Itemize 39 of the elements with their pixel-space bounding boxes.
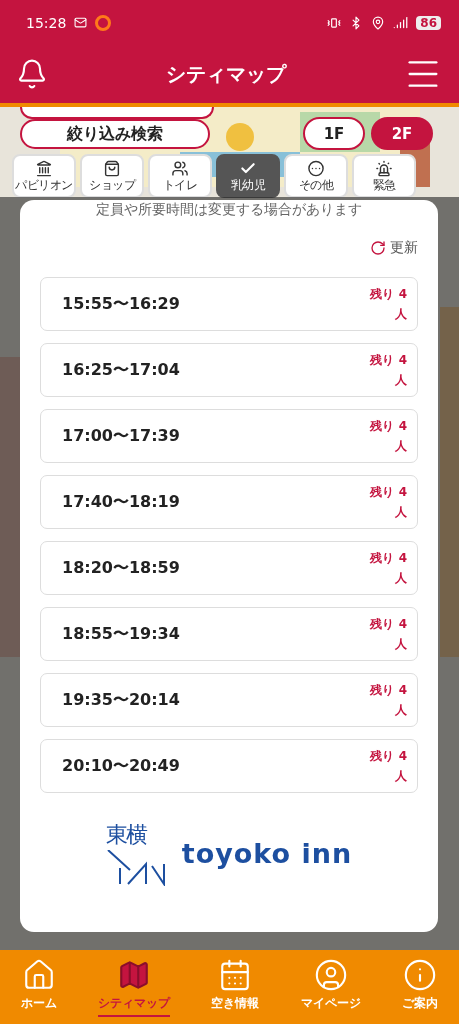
timeslot-row[interactable]: 17:40〜18:19 残り 4 人 xyxy=(40,475,418,529)
timeslot-row[interactable]: 15:55〜16:29 残り 4 人 xyxy=(40,277,418,331)
filter-search-button[interactable]: 絞り込み検索 xyxy=(20,119,210,149)
timeslot-row[interactable]: 18:20〜18:59 残り 4 人 xyxy=(40,541,418,595)
refresh-button[interactable]: 更新 xyxy=(370,239,418,257)
category-filter[interactable]: その他 xyxy=(284,154,348,198)
timeslot-row[interactable]: 18:55〜19:34 残り 4 人 xyxy=(40,607,418,661)
hotel-logo-mark: 東横 xyxy=(105,820,166,886)
signal-icon xyxy=(393,15,409,30)
ring-icon xyxy=(95,14,112,31)
category-filter[interactable]: ショップ xyxy=(80,154,144,198)
location-icon xyxy=(371,15,386,30)
timeslot-row[interactable]: 20:10〜20:49 残り 4 人 xyxy=(40,739,418,793)
battery-level: 86 xyxy=(416,15,441,30)
category-filter[interactable]: 緊急 xyxy=(352,154,416,198)
timeslot-row[interactable]: 17:00〜17:39 残り 4 人 xyxy=(40,409,418,463)
category-icon xyxy=(375,160,393,177)
nav-icon xyxy=(313,957,348,992)
floor-button[interactable]: 2F xyxy=(371,117,433,150)
vibrate-icon xyxy=(327,15,342,30)
category-icon xyxy=(103,160,121,177)
hotel-name: toyoko inn xyxy=(181,837,353,869)
category-filter[interactable]: トイレ xyxy=(148,154,212,198)
list-view-button[interactable] xyxy=(20,107,214,119)
category-icon xyxy=(171,160,189,177)
page-title: シティマップ xyxy=(165,60,286,88)
timeslot-row[interactable]: 16:25〜17:04 残り 4 人 xyxy=(40,343,418,397)
refresh-icon xyxy=(370,240,386,256)
category-filter[interactable]: 乳幼児 xyxy=(216,154,280,198)
category-icon xyxy=(35,160,53,177)
bell-icon[interactable] xyxy=(16,58,48,90)
notice-text: 定員や所要時間は変更する場合があります xyxy=(95,200,363,219)
category-icon xyxy=(307,160,325,177)
nav-icon xyxy=(403,957,438,992)
timeslot-row[interactable]: 19:35〜20:14 残り 4 人 xyxy=(40,673,418,727)
mail-icon xyxy=(74,16,88,29)
floor-button[interactable]: 1F xyxy=(303,117,365,150)
category-filter[interactable]: パビリオン xyxy=(12,154,76,198)
status-time: 15:28 xyxy=(26,14,67,31)
